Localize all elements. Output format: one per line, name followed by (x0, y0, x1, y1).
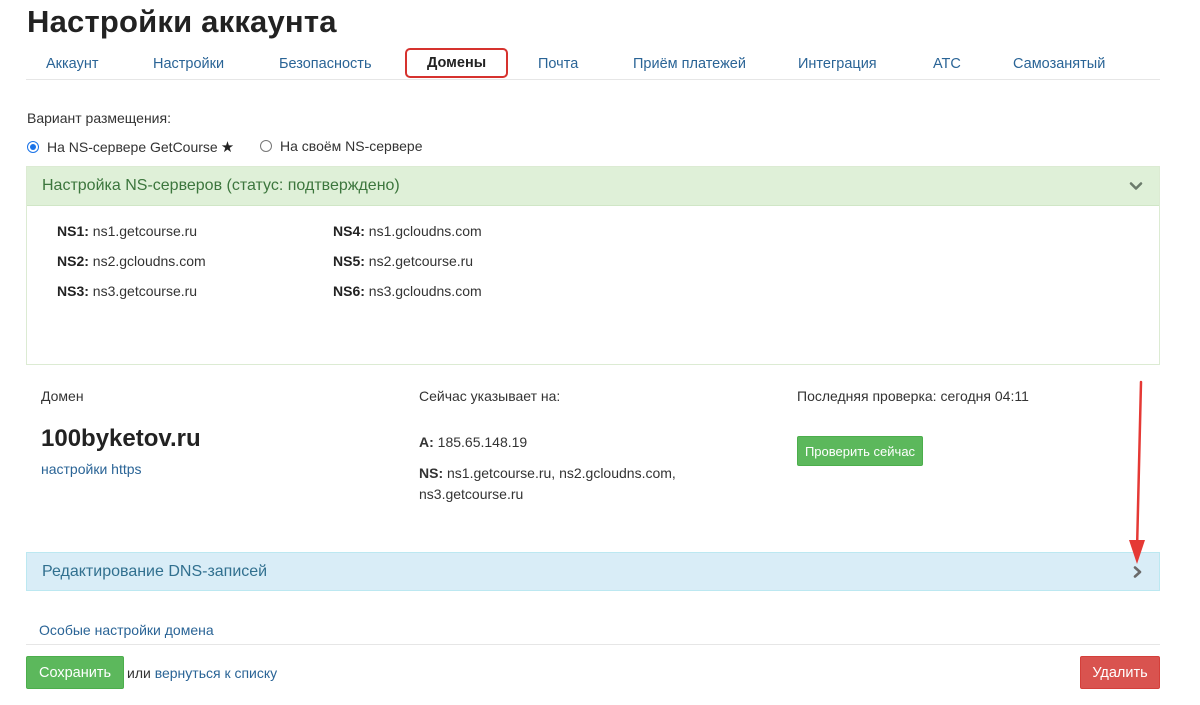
domain-label: Домен (41, 388, 84, 404)
ns-panel-header[interactable]: Настройка NS-серверов (статус: подтвержд… (27, 167, 1159, 206)
radio-button-checked[interactable] (27, 141, 39, 153)
ns-record-key: NS: (419, 465, 444, 481)
delete-button[interactable]: Удалить (1080, 656, 1160, 689)
chevron-right-icon[interactable] (1130, 565, 1144, 579)
ns3-key: NS3: (57, 283, 89, 299)
ns5-record: NS5: ns2.getcourse.ru (333, 253, 473, 269)
or-text: или (127, 665, 151, 681)
radio-label-own-ns: На своём NS-сервере (280, 138, 423, 154)
tab-mail[interactable]: Почта (538, 56, 578, 72)
ns3-record: NS3: ns3.getcourse.ru (57, 283, 197, 299)
tab-self-employed[interactable]: Самозанятый (1013, 56, 1105, 72)
tab-account[interactable]: Аккаунт (46, 56, 98, 72)
ns2-record: NS2: ns2.gcloudns.com (57, 253, 206, 269)
ns5-value: ns2.getcourse.ru (368, 253, 474, 269)
ns-panel-title: Настройка NS-серверов (статус: подтвержд… (42, 177, 400, 194)
a-record: A: 185.65.148.19 (419, 432, 527, 453)
a-record-key: A: (419, 434, 434, 450)
ns-settings-panel: Настройка NS-серверов (статус: подтвержд… (26, 166, 1160, 365)
tab-integration[interactable]: Интеграция (798, 56, 877, 72)
footer-actions: или вернуться к списку (127, 665, 277, 681)
placement-label: Вариант размещения: (27, 110, 171, 126)
tab-pbx[interactable]: АТС (933, 56, 961, 72)
ns-record: NS: ns1.getcourse.ru, ns2.gcloudns.com, … (419, 463, 676, 505)
last-check-label: Последняя проверка: сегодня 04:11 (797, 388, 1029, 404)
ns1-record: NS1: ns1.getcourse.ru (57, 223, 197, 239)
ns2-key: NS2: (57, 253, 89, 269)
tab-payments[interactable]: Приём платежей (633, 56, 746, 72)
dns-panel-title: Редактирование DNS-записей (42, 562, 268, 580)
ns1-key: NS1: (57, 223, 89, 239)
chevron-down-icon[interactable] (1129, 179, 1143, 193)
points-to-label: Сейчас указывает на: (419, 388, 561, 404)
tab-domains[interactable]: Домены (405, 48, 509, 78)
ns1-value: ns1.getcourse.ru (92, 223, 198, 239)
ns-record-value: ns1.getcourse.ru, ns2.gcloudns.com, (447, 465, 676, 481)
radio-button[interactable] (260, 140, 272, 152)
a-record-value: 185.65.148.19 (437, 434, 528, 450)
save-button[interactable]: Сохранить (26, 656, 124, 689)
radio-option-own-ns[interactable]: На своём NS-сервере (260, 138, 422, 154)
ns-record-value-2: ns3.getcourse.ru (419, 486, 524, 502)
ns4-key: NS4: (333, 223, 365, 239)
red-arrow-icon (1129, 380, 1145, 564)
ns5-key: NS5: (333, 253, 365, 269)
page-title: Настройки аккаунта (27, 4, 337, 39)
ns3-value: ns3.getcourse.ru (92, 283, 198, 299)
radio-label-getcourse-ns: На NS-сервере GetCourse (47, 139, 218, 155)
divider (26, 644, 1160, 645)
radio-option-getcourse-ns[interactable]: На NS-сервере GetCourse ★ (27, 138, 234, 156)
ns6-value: ns3.gcloudns.com (368, 283, 482, 299)
dns-records-panel[interactable]: Редактирование DNS-записей (26, 552, 1160, 591)
back-to-list-link[interactable]: вернуться к списку (155, 665, 277, 681)
https-settings-link[interactable]: настройки https (41, 461, 142, 477)
ns6-key: NS6: (333, 283, 365, 299)
tab-settings[interactable]: Настройки (153, 56, 224, 72)
ns6-record: NS6: ns3.gcloudns.com (333, 283, 482, 299)
domain-name: 100byketov.ru (41, 425, 201, 452)
tab-bar: Аккаунт Настройки Безопасность Домены По… (26, 48, 1160, 80)
ns2-value: ns2.gcloudns.com (92, 253, 206, 269)
special-domain-settings-link[interactable]: Особые настройки домена (39, 622, 214, 638)
tab-security[interactable]: Безопасность (279, 56, 372, 72)
ns4-record: NS4: ns1.gcloudns.com (333, 223, 482, 239)
star-icon: ★ (220, 139, 235, 156)
check-now-button[interactable]: Проверить сейчас (797, 436, 923, 466)
ns4-value: ns1.gcloudns.com (368, 223, 482, 239)
